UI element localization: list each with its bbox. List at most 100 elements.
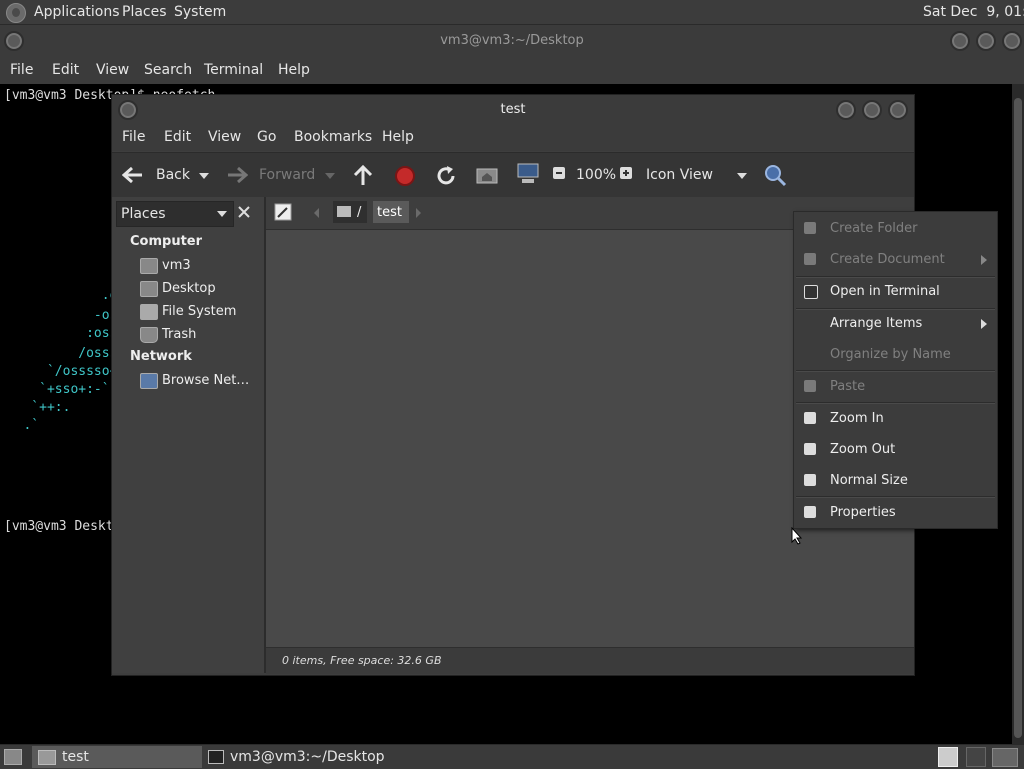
sidebar-item-browse-network[interactable]: Browse Net… (112, 370, 264, 392)
applications-menu[interactable]: Applications (34, 4, 120, 20)
path-scroll-right-icon[interactable] (414, 207, 422, 219)
submenu-arrow-icon (981, 255, 987, 265)
back-label: Back (156, 167, 190, 183)
menu-item-zoom-in[interactable]: Zoom In (794, 404, 997, 434)
neofetch-art-line: `++:. (0, 400, 71, 415)
terminal-titlebar[interactable]: vm3@vm3:~/Desktop (0, 25, 1024, 56)
reload-icon[interactable] (435, 165, 457, 187)
menu-item-organize-by-name[interactable]: Organize by Name (794, 340, 997, 370)
fm-menu-edit[interactable]: Edit (164, 129, 191, 145)
sidebar-header-computer: Computer (130, 234, 203, 249)
path-scroll-left-icon[interactable] (313, 207, 321, 219)
file-manager-titlebar[interactable]: test (112, 95, 914, 123)
trash-icon (140, 327, 158, 343)
zoom-out-icon (804, 443, 816, 455)
close-icon[interactable] (1002, 31, 1022, 51)
sidebar-item-trash[interactable]: Trash (112, 324, 264, 346)
drive-icon (337, 206, 351, 217)
scrollbar-thumb[interactable] (1014, 98, 1022, 738)
neofetch-art-line: `/osssso+/ (0, 364, 126, 379)
menu-item-normal-size[interactable]: Normal Size (794, 466, 997, 496)
terminal-icon (804, 285, 818, 299)
terminal-icon (208, 750, 224, 764)
menu-item-zoom-out[interactable]: Zoom Out (794, 435, 997, 465)
stop-icon[interactable] (394, 165, 416, 187)
terminal-scrollbar[interactable] (1012, 84, 1024, 744)
minimize-icon[interactable] (836, 100, 856, 120)
sidebar-item-desktop[interactable]: Desktop (112, 278, 264, 300)
sidebar-item-label: Desktop (162, 281, 216, 296)
menu-item-paste[interactable]: Paste (794, 372, 997, 402)
fm-menu-go[interactable]: Go (257, 129, 276, 145)
forward-button[interactable]: Forward (224, 161, 324, 189)
back-history-dropdown-icon[interactable] (199, 173, 209, 179)
path-current-button[interactable]: test (373, 201, 409, 223)
terminal-menu-terminal[interactable]: Terminal (204, 62, 263, 78)
view-mode-select[interactable]: Icon View (642, 161, 752, 189)
taskbar-item-terminal[interactable]: vm3@vm3:~/Desktop (204, 746, 404, 768)
trash-applet-icon[interactable] (992, 748, 1018, 767)
mouse-cursor-icon (791, 527, 803, 545)
sidebar-item-label: File System (162, 304, 237, 319)
submenu-arrow-icon (981, 319, 987, 329)
system-menu[interactable]: System (174, 4, 226, 20)
forward-history-dropdown-icon[interactable] (325, 173, 335, 179)
places-select-label: Places (121, 206, 166, 222)
zoom-in-icon (804, 412, 816, 424)
places-menu[interactable]: Places (122, 4, 167, 20)
close-sidebar-icon[interactable] (237, 205, 251, 219)
menu-item-label: Arrange Items (830, 316, 923, 331)
fm-menu-file[interactable]: File (122, 129, 145, 145)
maximize-icon[interactable] (862, 100, 882, 120)
taskbar-item-test[interactable]: test (32, 746, 202, 768)
path-root-button[interactable]: / (333, 201, 367, 223)
neofetch-art-line: `+sso+:-` (0, 382, 110, 397)
minimize-icon[interactable] (950, 31, 970, 51)
terminal-menu-file[interactable]: File (10, 62, 33, 78)
menu-item-open-in-terminal[interactable]: Open in Terminal (794, 277, 997, 307)
folder-icon (804, 222, 816, 234)
menu-item-create-document[interactable]: Create Document (794, 245, 997, 275)
context-menu: Create Folder Create Document Open in Te… (793, 211, 998, 529)
terminal-menu-edit[interactable]: Edit (52, 62, 79, 78)
sidebar-item-file-system[interactable]: File System (112, 301, 264, 323)
bottom-panel: test vm3@vm3:~/Desktop (0, 744, 1024, 769)
zoom-out-icon[interactable] (553, 167, 565, 179)
fm-menu-view[interactable]: View (208, 129, 241, 145)
menu-item-label: Open in Terminal (830, 284, 940, 299)
desktop-folder-icon (140, 281, 158, 297)
menu-item-label: Create Document (830, 252, 945, 267)
terminal-menu-help[interactable]: Help (278, 62, 310, 78)
fm-menu-help[interactable]: Help (382, 129, 414, 145)
maximize-icon[interactable] (976, 31, 996, 51)
up-arrow-icon[interactable] (353, 165, 373, 187)
menu-item-properties[interactable]: Properties (794, 498, 997, 528)
search-icon[interactable] (763, 163, 787, 187)
menu-item-arrange-items[interactable]: Arrange Items (794, 309, 997, 339)
taskbar-item-label: test (62, 749, 89, 765)
top-panel: Applications Places System Sat Dec 9, 01… (0, 0, 1024, 25)
show-desktop-icon[interactable] (4, 749, 22, 765)
zoom-in-icon[interactable] (620, 167, 632, 179)
menu-item-label: Normal Size (830, 473, 908, 488)
folder-icon (38, 750, 56, 765)
close-icon[interactable] (888, 100, 908, 120)
fm-menu-bookmarks[interactable]: Bookmarks (294, 129, 372, 145)
sidebar-item-vm3[interactable]: vm3 (112, 255, 264, 277)
terminal-menu-search[interactable]: Search (144, 62, 192, 78)
home-folder-icon (140, 258, 158, 274)
places-select[interactable]: Places (116, 201, 234, 227)
menu-item-create-folder[interactable]: Create Folder (794, 214, 997, 244)
clock[interactable]: Sat Dec 9, 01:52 (923, 4, 1024, 20)
home-folder-icon[interactable] (476, 165, 498, 185)
gnome-foot-icon[interactable] (6, 3, 26, 23)
sidebar-header-network: Network (130, 349, 192, 364)
terminal-menubar: File Edit View Search Terminal Help (0, 56, 1024, 84)
workspace-switcher[interactable] (966, 747, 986, 767)
workspace-switcher[interactable] (938, 747, 958, 767)
edit-location-icon[interactable] (274, 203, 292, 221)
menu-item-label: Organize by Name (830, 347, 951, 362)
terminal-menu-view[interactable]: View (96, 62, 129, 78)
computer-icon[interactable] (516, 163, 540, 185)
sidebar: Places Computer vm3 Desktop File System … (112, 197, 264, 673)
